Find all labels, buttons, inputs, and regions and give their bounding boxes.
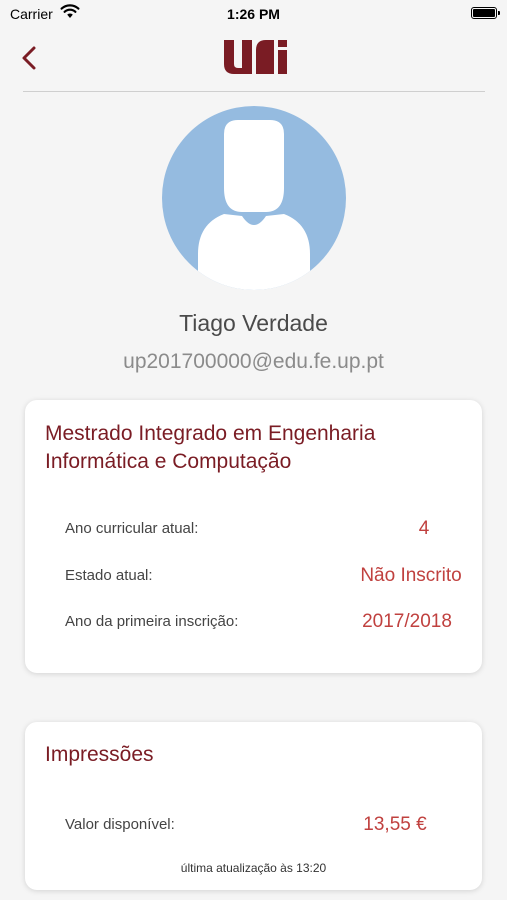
available-balance-label: Valor disponível:	[65, 816, 175, 833]
course-card: Mestrado Integrado em Engenharia Informá…	[25, 400, 482, 673]
clock: 1:26 PM	[227, 6, 280, 22]
battery-icon	[471, 7, 500, 19]
curricular-year-value: 4	[418, 518, 430, 539]
available-balance-value: 13,55 €	[363, 814, 427, 835]
course-title-line2: Informática e Computação	[45, 450, 292, 473]
back-button[interactable]	[16, 42, 44, 74]
person-silhouette-icon	[198, 120, 310, 290]
last-update-note: última atualização às 13:20	[180, 861, 327, 875]
first-enrollment-value: 2017/2018	[362, 611, 452, 632]
current-status-value: Não Inscrito	[360, 565, 462, 586]
app-header	[0, 30, 507, 92]
chevron-left-icon	[22, 46, 36, 70]
avatar	[162, 106, 346, 290]
first-enrollment-label: Ano da primeira inscrição:	[65, 613, 239, 630]
status-bar: Carrier 1:26 PM	[0, 0, 507, 28]
profile-name: Tiago Verdade	[179, 310, 328, 336]
prints-title: Impressões	[45, 743, 154, 766]
uni-logo	[222, 36, 288, 78]
header-divider	[23, 91, 485, 92]
current-status-label: Estado atual:	[65, 567, 153, 584]
profile-email: up201700000@edu.fe.up.pt	[123, 350, 384, 373]
course-title-line1: Mestrado Integrado em Engenharia	[45, 422, 376, 445]
prints-card: Impressões Valor disponível: 13,55 € últ…	[25, 722, 482, 890]
curricular-year-label: Ano curricular atual:	[65, 520, 199, 537]
